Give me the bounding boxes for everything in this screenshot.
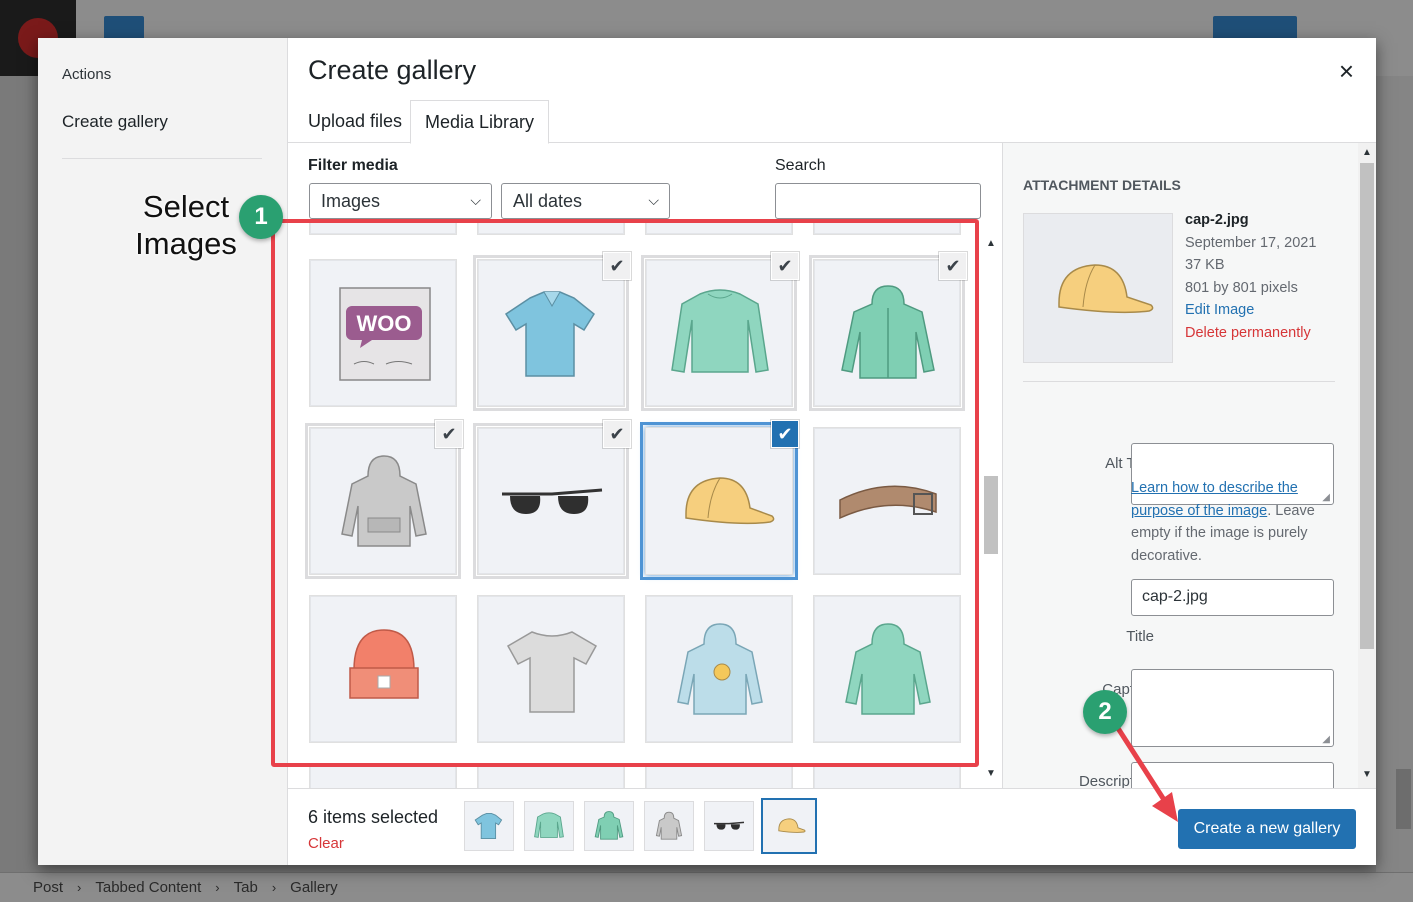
attachment-info: cap-2.jpg September 17, 2021 37 KB 801 b…	[1185, 209, 1316, 344]
scroll-up-icon[interactable]: ▲	[1362, 147, 1372, 158]
alt-text-help: Learn how to describe the purpose of the…	[1131, 477, 1326, 567]
caption-field[interactable]: ◢	[1131, 669, 1334, 747]
tab-media-library[interactable]: Media Library	[410, 100, 550, 144]
attachment-date: September 17, 2021	[1185, 234, 1317, 251]
chevron-right-icon: ›	[215, 880, 220, 895]
delete-permanently-link[interactable]: Delete permanently	[1185, 322, 1316, 345]
attachment-thumbnail	[1023, 213, 1173, 363]
page-scroll-thumb	[1396, 769, 1411, 829]
attachment-dimensions: 801 by 801 pixels	[1185, 279, 1298, 296]
filter-media-label: Filter media	[308, 157, 398, 174]
selection-thumb[interactable]	[644, 801, 694, 851]
scroll-up-icon[interactable]: ▲	[986, 238, 996, 249]
router-tabs: Upload files Media Library	[288, 98, 1376, 144]
title-field[interactable]: cap-2.jpg	[1131, 579, 1334, 616]
selection-thumb[interactable]	[464, 801, 514, 851]
clear-selection-link[interactable]: Clear	[308, 835, 344, 852]
long-sleeve-icon	[534, 812, 564, 838]
close-icon[interactable]: ×	[1339, 56, 1354, 87]
attachment-filename: cap-2.jpg	[1185, 212, 1249, 228]
scroll-down-icon[interactable]: ▼	[1362, 769, 1372, 780]
search-input[interactable]	[775, 183, 981, 219]
menu-heading: Actions	[62, 66, 112, 83]
page-scrollbar	[1376, 76, 1413, 872]
breadcrumb-item: Tab	[233, 879, 258, 896]
sidebar-scroll-thumb[interactable]	[1360, 163, 1374, 649]
highlight-box	[271, 219, 979, 767]
step-badge-1: 1	[239, 195, 283, 239]
date-filter-value: All dates	[513, 190, 583, 211]
media-type-select[interactable]: Images ⌵	[309, 183, 492, 219]
selection-thumb[interactable]	[524, 801, 574, 851]
tab-upload-files[interactable]: Upload files	[294, 100, 416, 143]
menu-item-create-gallery[interactable]: Create gallery	[62, 112, 168, 132]
attachment-size: 37 KB	[1185, 257, 1225, 273]
grid-scrollbar[interactable]: ▲ ▼	[982, 238, 1000, 786]
grey-hoodie-icon	[655, 811, 683, 840]
grid-scroll-thumb[interactable]	[984, 476, 998, 554]
media-footer: 6 items selected Clear Create a new gall…	[288, 788, 1376, 865]
edit-image-link[interactable]: Edit Image	[1185, 299, 1316, 322]
breadcrumb-item: Gallery	[290, 879, 338, 896]
media-type-value: Images	[321, 190, 381, 211]
date-filter-select[interactable]: All dates ⌵	[501, 183, 670, 219]
sidebar-scrollbar[interactable]: ▲ ▼	[1358, 143, 1376, 788]
zip-hoodie-icon	[594, 811, 624, 840]
breadcrumb-item: Post	[33, 879, 64, 896]
chevron-right-icon: ›	[77, 880, 82, 895]
menu-divider	[62, 158, 262, 159]
modal-title: Create gallery	[308, 55, 477, 85]
scroll-down-icon[interactable]: ▼	[986, 768, 996, 779]
selection-thumb[interactable]	[704, 801, 754, 851]
create-gallery-button[interactable]: Create a new gallery	[1178, 809, 1356, 849]
polo-shirt-icon	[474, 812, 503, 840]
breadcrumb: Post › Tabbed Content › Tab › Gallery	[0, 872, 1413, 902]
step-badge-2: 2	[1083, 690, 1127, 734]
selection-thumb-active[interactable]	[759, 796, 819, 856]
selection-thumb[interactable]	[584, 801, 634, 851]
search-label: Search	[775, 157, 826, 174]
title-label: Title	[1126, 628, 1154, 645]
media-toolbar: Filter media Images ⌵ All dates ⌵ Search	[288, 143, 1002, 223]
sidebar-divider	[1023, 381, 1335, 382]
selection-count: 6 items selected	[308, 807, 439, 827]
description-field[interactable]	[1131, 762, 1334, 788]
chevron-down-icon: ⌵	[648, 192, 659, 208]
cap-icon	[778, 818, 806, 833]
resize-grip-icon[interactable]: ◢	[1322, 734, 1330, 745]
attachment-details-heading: ATTACHMENT DETAILS	[1023, 177, 1181, 193]
breadcrumb-item: Tabbed Content	[95, 879, 202, 896]
sunglasses-icon	[714, 821, 745, 830]
media-menu: Actions Create gallery	[38, 38, 288, 865]
attachment-details-sidebar: ATTACHMENT DETAILS cap-2.jpg September 1…	[1002, 143, 1376, 788]
cap-icon	[1058, 264, 1154, 314]
chevron-down-icon: ⌵	[470, 192, 481, 208]
chevron-right-icon: ›	[271, 880, 277, 895]
